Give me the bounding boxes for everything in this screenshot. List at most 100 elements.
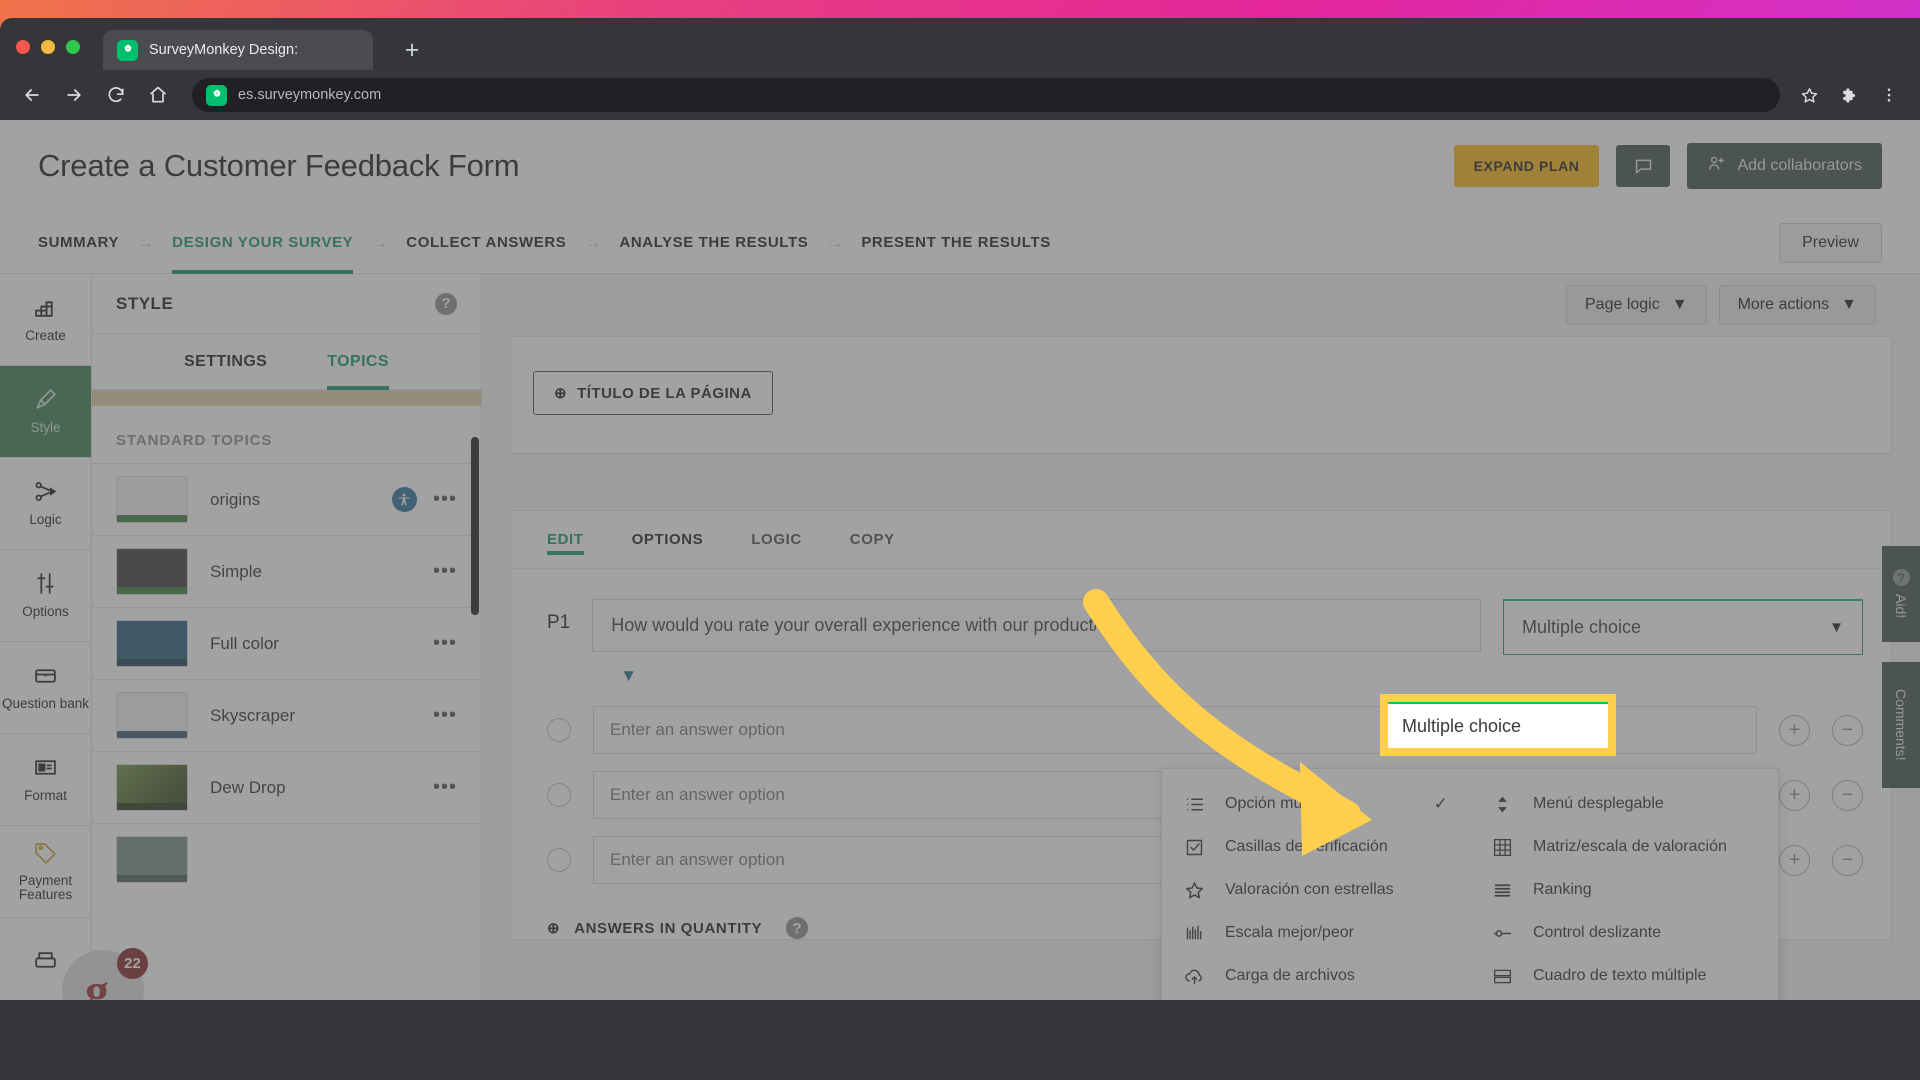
add-collaborators-label: Add collaborators — [1737, 157, 1862, 174]
remove-answer-button[interactable]: − — [1832, 779, 1863, 811]
tab-copy[interactable]: COPY — [850, 511, 895, 569]
address-bar[interactable]: es.surveymonkey.com — [192, 78, 1780, 112]
menu-item-valoracion-con-estrellas[interactable]: Valoración con estrellas — [1162, 869, 1470, 912]
tab-edit[interactable]: EDIT — [547, 511, 584, 569]
new-tab-button[interactable]: + — [398, 38, 426, 66]
menu-item-cuadro-de-texto-multiple[interactable]: Cuadro de texto múltiple — [1470, 955, 1778, 998]
tab-topics[interactable]: TOPICS — [327, 334, 389, 390]
menu-item-carga-de-archivos[interactable]: Carga de archivos — [1162, 955, 1470, 998]
help-side-tab[interactable]: ? Aid! — [1882, 546, 1920, 642]
star-icon[interactable] — [1792, 78, 1826, 112]
sidebar-item-format[interactable]: Format — [0, 734, 91, 826]
sidebar-item-style[interactable]: Style — [0, 366, 91, 458]
step-present-the-results[interactable]: PRESENT THE RESULTS — [861, 212, 1050, 274]
browser-tab[interactable]: SurveyMonkey Design: — [103, 30, 373, 70]
list-item[interactable]: Dew Drop ••• — [92, 751, 481, 823]
topic-actions: ••• — [433, 776, 457, 799]
page-logic-button[interactable]: Page logic ▼ — [1566, 285, 1707, 325]
topic-more-menu[interactable]: ••• — [433, 704, 457, 727]
sidebar-item-logic[interactable]: Logic — [0, 458, 91, 550]
quantity-help-icon[interactable]: ? — [786, 917, 809, 939]
menu-item-label: Ranking — [1533, 881, 1592, 898]
topic-thumbnail — [116, 692, 188, 739]
comments-side-tab[interactable]: Comments! — [1882, 662, 1920, 788]
list-item[interactable]: Full color ••• — [92, 607, 481, 679]
menu-item-control-deslizante[interactable]: Control deslizante — [1470, 912, 1778, 955]
answer-radio-icon[interactable] — [547, 783, 571, 807]
browser-toolbar: es.surveymonkey.com — [0, 70, 1920, 120]
add-answer-button[interactable]: + — [1779, 844, 1810, 876]
add-answer-button[interactable]: + — [1779, 779, 1810, 811]
help-side-tab-label: Aid! — [1893, 594, 1909, 619]
sidebar-item-options[interactable]: Options — [0, 550, 91, 642]
sidebar-item-payment-features[interactable]: Payment Features — [0, 826, 91, 918]
list-item[interactable]: Skyscraper ••• — [92, 679, 481, 751]
accessibility-icon[interactable] — [391, 487, 417, 512]
topic-more-menu[interactable]: ••• — [433, 776, 457, 799]
step-analyse-the-results[interactable]: ANALYSE THE RESULTS — [619, 212, 808, 274]
menu-item-cuadro-de-texto-simple[interactable]: Cuadro de texto simple — [1162, 998, 1470, 1000]
bars-icon — [1184, 923, 1205, 944]
chevron-down-icon: ▼ — [1671, 296, 1688, 313]
tab-logic[interactable]: LOGIC — [751, 511, 802, 569]
sidebar-item-create[interactable]: Create — [0, 274, 91, 366]
puzzle-icon[interactable] — [1832, 78, 1866, 112]
left-icon-rail: Create Style Logic Options Question bank… — [0, 274, 92, 1000]
expand-plan-button[interactable]: EXPAND PLAN — [1453, 145, 1600, 187]
url-text: es.surveymonkey.com — [238, 87, 382, 103]
kebab-menu-icon[interactable] — [1872, 78, 1906, 112]
sidebar-item-label: Payment Features — [18, 872, 73, 903]
menu-item-ranking[interactable]: Ranking — [1470, 869, 1778, 912]
add-page-title-button[interactable]: ⊕ TÍTULO DE LA PÁGINA — [533, 371, 773, 415]
list-item[interactable]: Simple ••• — [92, 535, 481, 607]
topic-more-menu[interactable]: ••• — [433, 488, 457, 511]
topics-scrollbar[interactable] — [471, 437, 479, 615]
reload-icon[interactable] — [98, 77, 134, 113]
forward-arrow-icon[interactable] — [56, 77, 92, 113]
question-text-wrapper: ▼ — [592, 599, 1481, 686]
slider-icon — [1492, 923, 1513, 944]
step-design-your-survey[interactable]: DESIGN YOUR SURVEY — [172, 212, 354, 274]
help-icon[interactable]: ? — [435, 292, 457, 315]
menu-item-opcion-multiple[interactable]: Opción multiple ✓ — [1162, 783, 1470, 826]
menu-item-fecha-hora[interactable]: 1 Fecha/Hora — [1470, 998, 1778, 1000]
step-collect-answers[interactable]: COLLECT ANSWERS — [406, 212, 566, 274]
question-expand-caret-icon[interactable]: ▼ — [620, 666, 1481, 686]
sidebar-item-question-bank[interactable]: Question bank — [0, 642, 91, 734]
add-collaborators-button[interactable]: Add collaborators — [1687, 143, 1882, 189]
add-answer-button[interactable]: + — [1779, 714, 1810, 746]
menu-item-matriz-escala-de-valoracion[interactable]: Matriz/escala de valoración — [1470, 826, 1778, 869]
menu-item-label: Matriz/escala de valoración — [1533, 838, 1727, 855]
remove-answer-button[interactable]: − — [1832, 844, 1863, 876]
badge-letter: g. — [85, 964, 121, 1001]
question-type-select[interactable]: Multiple choice ▼ — [1503, 599, 1863, 655]
check-icon: ✓ — [1433, 794, 1448, 813]
remove-answer-button[interactable]: − — [1832, 714, 1863, 746]
minimize-window-button[interactable] — [41, 40, 55, 54]
tab-settings[interactable]: SETTINGS — [184, 334, 267, 390]
close-window-button[interactable] — [16, 40, 30, 54]
back-arrow-icon[interactable] — [14, 77, 50, 113]
home-icon[interactable] — [140, 77, 176, 113]
more-actions-button[interactable]: More actions ▼ — [1718, 285, 1876, 325]
question-type-highlight-value[interactable]: Multiple choice — [1388, 702, 1608, 748]
topic-more-menu[interactable]: ••• — [433, 632, 457, 655]
topic-more-menu[interactable]: ••• — [433, 560, 457, 583]
maximize-window-button[interactable] — [66, 40, 80, 54]
right-side-tabs: ? Aid! Comments! — [1882, 274, 1920, 1000]
list-item[interactable] — [92, 823, 481, 895]
menu-item-casillas-de-verificacion[interactable]: Casillas de verificación — [1162, 826, 1470, 869]
surveymonkey-logo-icon — [117, 39, 138, 61]
step-summary[interactable]: SUMMARY — [38, 212, 119, 274]
menu-item-menu-desplegable[interactable]: Menú desplegable — [1470, 783, 1778, 826]
tab-options[interactable]: OPTIONS — [632, 511, 704, 569]
answer-radio-icon[interactable] — [547, 718, 571, 742]
answer-radio-icon[interactable] — [547, 848, 571, 872]
list-item[interactable]: origins ••• — [92, 463, 481, 535]
preview-button[interactable]: Preview — [1779, 222, 1882, 263]
feedback-chat-button[interactable] — [1616, 145, 1671, 187]
question-type-wrapper: Multiple choice ▼ ? — [1503, 599, 1905, 655]
menu-item-label: Valoración con estrellas — [1225, 881, 1394, 898]
question-text-input[interactable] — [592, 599, 1481, 652]
menu-item-escala-mejor-peor[interactable]: Escala mejor/peor — [1162, 912, 1470, 955]
